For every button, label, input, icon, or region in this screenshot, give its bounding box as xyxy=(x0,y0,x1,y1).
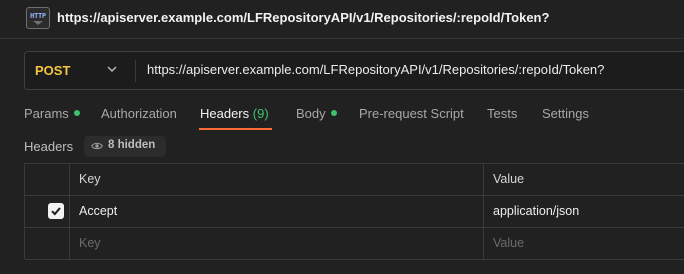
chevron-down-icon[interactable] xyxy=(107,64,117,74)
headers-table: Key Value Accept application/json Key Va… xyxy=(24,163,684,260)
column-header-key: Key xyxy=(79,172,101,186)
request-bar: POST https://apiserver.example.com/LFRep… xyxy=(24,51,684,90)
eye-icon xyxy=(91,142,103,150)
tab-label: Authorization xyxy=(101,106,177,121)
method-select[interactable]: POST xyxy=(35,63,70,78)
status-dot xyxy=(330,110,337,116)
separator xyxy=(135,60,136,82)
tab-label: Pre-request Script xyxy=(359,106,464,121)
column-header-value: Value xyxy=(493,172,525,186)
headers-count: (9) xyxy=(252,106,269,121)
tab-authorization[interactable]: Authorization xyxy=(101,106,177,121)
new-value-input[interactable]: Value xyxy=(493,236,524,250)
tab-params[interactable]: Params xyxy=(24,106,80,121)
tab-pre-request-script[interactable]: Pre-request Script xyxy=(359,106,464,121)
headers-section-title: Headers xyxy=(24,139,74,154)
active-tab-indicator xyxy=(199,128,272,130)
tab-label: Tests xyxy=(487,106,518,121)
tab-label: Params xyxy=(24,106,69,121)
table-header-row: Key Value xyxy=(25,164,684,196)
request-tab-bar: HTTP https://apiserver.example.com/LFRep… xyxy=(0,0,684,38)
enabled-checkbox[interactable] xyxy=(48,203,64,219)
table-row-new: Key Value xyxy=(25,228,684,260)
checkmark-icon xyxy=(51,207,61,216)
http-icon-text: HTTP xyxy=(30,12,46,20)
tab-settings[interactable]: Settings xyxy=(542,106,589,121)
tab-label: Body xyxy=(296,106,326,121)
tab-label: Headers xyxy=(200,106,250,121)
header-key-cell[interactable]: Accept xyxy=(79,204,117,218)
tab-tests[interactable]: Tests xyxy=(487,106,517,121)
request-tabs: Params Authorization Headers (9) Body Pr… xyxy=(0,100,684,130)
divider xyxy=(0,38,684,39)
table-row: Accept application/json xyxy=(25,196,684,228)
http-icon: HTTP xyxy=(26,7,50,29)
new-key-input[interactable]: Key xyxy=(79,236,101,250)
header-value-cell[interactable]: application/json xyxy=(493,204,579,218)
tab-label: Settings xyxy=(542,106,589,121)
hidden-count: 8 hidden xyxy=(108,139,156,151)
url-input[interactable]: https://apiserver.example.com/LFReposito… xyxy=(147,62,604,77)
tab-body[interactable]: Body xyxy=(296,106,337,121)
hidden-headers-toggle[interactable]: 8 hidden xyxy=(84,136,166,157)
status-dot xyxy=(73,110,80,116)
tab-headers[interactable]: Headers (9) xyxy=(200,106,269,121)
request-title[interactable]: https://apiserver.example.com/LFReposito… xyxy=(57,10,549,25)
